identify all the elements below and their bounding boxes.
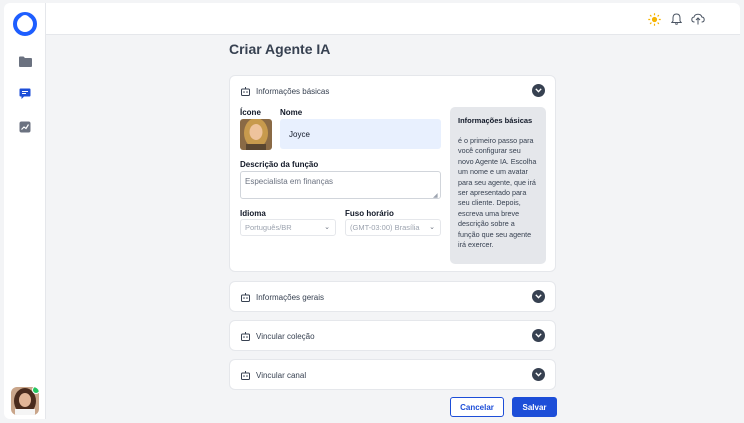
notifications-button[interactable] [668,11,684,27]
expand-general-info-button[interactable] [532,290,545,303]
robot-icon [241,331,250,341]
online-status-dot [32,387,39,394]
section-basic-info: Informações básicas Ícone Nome Descrição… [229,75,556,272]
description-label: Descrição da função [240,160,319,169]
chat-icon [19,88,31,99]
collapse-basic-info-button[interactable] [532,84,545,97]
timezone-select[interactable]: (GMT-03:00) Brasília ⌄ [345,219,441,236]
theme-toggle-button[interactable] [646,11,662,27]
agent-avatar[interactable] [240,119,272,150]
chevron-down-icon [535,333,542,338]
sidebar-item-folders[interactable] [17,53,33,69]
help-panel: Informações básicas é o primeiro passo p… [450,107,546,264]
upload-button[interactable] [690,11,706,27]
section-basic-info-header[interactable]: Informações básicas [241,76,329,106]
chevron-down-icon: ⌄ [429,224,435,231]
resize-handle-icon[interactable]: ◢ [433,192,438,199]
expand-channel-button[interactable] [532,368,545,381]
app-logo[interactable] [12,11,38,37]
help-body: é o primeiro passo para você configurar … [458,136,537,250]
name-input[interactable] [280,119,441,149]
timezone-label: Fuso horário [345,209,394,218]
chevron-down-icon: ⌄ [324,224,330,231]
language-label: Idioma [240,209,266,218]
section-channel[interactable]: Vincular canal [229,359,556,390]
chevron-down-icon [535,88,542,93]
user-avatar[interactable] [11,387,39,415]
folder-icon [18,56,32,67]
robot-icon [241,86,250,96]
cloud-upload-icon [691,13,705,25]
sidebar-item-analytics[interactable] [17,119,33,135]
section-general-info-header[interactable]: Informações gerais [241,282,324,312]
top-bar [46,3,740,35]
cancel-button[interactable]: Cancelar [450,397,504,417]
app-window: Criar Agente IA Informações básicas Ícon… [4,3,740,419]
section-collection-label: Vincular coleção [256,331,315,341]
page-title: Criar Agente IA [229,41,331,57]
chart-icon [19,121,31,133]
language-select[interactable]: Português/BR ⌄ [240,219,336,236]
name-label: Nome [280,108,303,117]
timezone-value: (GMT-03:00) Brasília [350,223,420,232]
chevron-down-icon [535,372,542,377]
expand-collection-button[interactable] [532,329,545,342]
sidebar-item-chats[interactable] [17,86,33,102]
description-input[interactable]: Especialista em finanças [240,171,441,199]
section-general-info[interactable]: Informações gerais [229,281,556,312]
robot-icon [241,370,250,380]
section-channel-label: Vincular canal [256,370,307,380]
sun-icon [647,12,661,26]
section-collection[interactable]: Vincular coleção [229,320,556,351]
chevron-down-icon [535,294,542,299]
robot-icon [241,292,250,302]
sidebar [4,3,46,419]
bell-icon [670,13,682,25]
help-title: Informações básicas [458,116,533,125]
section-collection-header[interactable]: Vincular coleção [241,321,315,351]
section-general-info-label: Informações gerais [256,292,325,302]
language-value: Português/BR [245,223,292,232]
section-channel-header[interactable]: Vincular canal [241,360,306,390]
icon-label: Ícone [240,108,261,117]
section-basic-info-label: Informações básicas [256,86,330,96]
save-button[interactable]: Salvar [512,397,557,417]
